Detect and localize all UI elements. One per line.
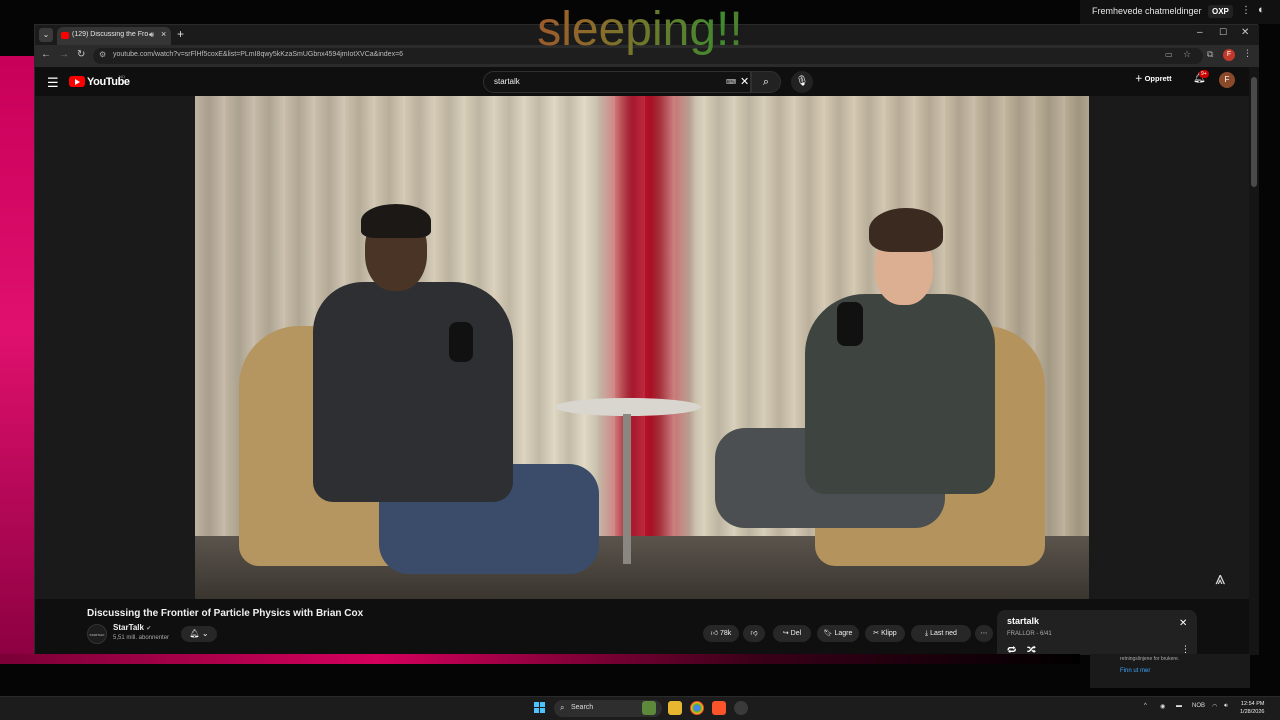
tab-youtube[interactable]: (129) Discussing the Frontier 🔊︎ × [57,27,171,45]
clear-search-icon[interactable]: ✕ [740,75,749,88]
video-frame[interactable] [195,96,1089,599]
tray-chevron-icon[interactable]: ^ [1144,703,1147,709]
guest-hair [869,208,943,252]
featured-chat-label[interactable]: Fremhevede chatmeldinger [1092,6,1202,16]
channel-name[interactable]: StarTalk ✔ [113,623,151,632]
search-icon: ⌕ [560,703,565,712]
save-button[interactable]: 🔖︎ Lagre [817,625,859,642]
clock-time: 12:54 PM [1240,701,1265,707]
tab-search-button[interactable]: ⌄ [39,28,53,42]
youtube-page: ☰ YouTube NO startalk ⌨ ✕ ⌕ 🎙︎ ＋ Opprett… [35,67,1259,655]
like-count: 78k [719,630,732,637]
search-input[interactable]: startalk ⌨ ✕ [483,71,751,93]
save-label: Lagre [834,630,853,637]
create-label: Opprett [1144,74,1172,83]
forward-arrow-icon[interactable]: → [59,49,69,60]
site-info-icon[interactable]: ⚙ [99,50,106,59]
profile-icon[interactable]: F [1223,49,1235,61]
share-button[interactable]: ↪ Del [773,625,811,642]
stream-banner-text: sleeping!! [430,2,850,58]
taskbar: ⌕ Search ^ ◉ ▬ NOB ◠ 🔊︎ 12:54 PM 1/28/20… [0,696,1280,720]
widgets-icon[interactable] [642,701,656,715]
menu-icon[interactable]: ☰ [47,75,59,91]
scrollbar-thumb[interactable] [1251,77,1257,187]
account-avatar[interactable]: F [1219,72,1235,88]
wifi-icon[interactable]: ◠ [1212,703,1217,710]
taskbar-search-placeholder: Search [571,704,594,711]
keyboard-icon[interactable]: ⌨ [726,78,736,86]
side-table-leg [623,414,631,564]
language-indicator[interactable]: NOB [1192,703,1205,709]
page-scrollbar[interactable] [1249,67,1259,655]
url-text[interactable]: youtube.com/watch?v=srFlHf5coxE&list=PLm… [113,51,403,58]
playlist-title[interactable]: startalk [1007,616,1039,626]
channel-avatar[interactable]: STARTALK [87,624,107,644]
browser-menu-icon[interactable]: ⋮ [1243,48,1252,59]
like-button[interactable]: 👍︎ 78k [703,625,739,642]
desktop-background [0,56,36,664]
download-button[interactable]: ⤓ Last ned [911,625,971,642]
verified-icon: ✔ [146,626,152,632]
search-button[interactable]: ⌕ [751,71,781,93]
country-code: NO [119,74,125,79]
search-query[interactable]: startalk [494,77,520,86]
desktop-background-bottom [0,654,1080,664]
tab-close-icon[interactable]: × [161,29,166,39]
microphone-left [449,322,473,362]
channel-watermark-icon[interactable]: ⩓ [1215,568,1225,589]
browser-window: ⌄ (129) Discussing the Frontier 🔊︎ × + –… [34,24,1259,655]
speaker-icon[interactable]: 🔊︎ [149,30,154,40]
share-label: Del [790,630,802,637]
reload-icon[interactable]: ↻ [77,49,85,60]
file-explorer-icon[interactable] [668,701,682,715]
tab-title: (129) Discussing the Frontier [72,31,148,38]
app-icon[interactable] [734,701,748,715]
extensions-icon[interactable]: ⧉ [1207,49,1213,60]
dislike-button[interactable]: 👎︎ [743,625,765,642]
clip-label: Klipp [881,630,897,637]
microphone-icon[interactable]: 🎙︎ [791,71,813,93]
guest-body [805,294,995,494]
host-body [313,282,513,502]
maximize-icon[interactable]: ☐ [1219,27,1227,38]
minimize-icon[interactable]: – [1197,27,1203,38]
brave-icon[interactable] [712,701,726,715]
bookmark-star-icon[interactable]: ☆ [1183,49,1191,60]
install-app-icon[interactable]: ▭ [1165,50,1173,59]
chat-peek: retningslinjene for brukere. Finn ut mer [1090,654,1250,688]
volume-icon[interactable]: 🔊︎ [1224,703,1228,710]
playlist-subtitle: FRALLOR - 6/41 [1007,631,1052,637]
chrome-icon[interactable] [690,701,704,715]
chat-peek-link[interactable]: Finn ut mer [1120,668,1150,674]
playlist-close-icon[interactable]: ✕ [1179,618,1187,629]
playlist-panel: startalk FRALLOR - 6/41 ✕ 🔁︎ 🔀︎ ⋮ [997,610,1197,655]
more-actions-button[interactable]: ⋯ [975,625,993,642]
window-close-icon[interactable]: ✕ [1241,27,1249,38]
video-player[interactable]: ⩓ [35,96,1249,599]
channel-name-text: StarTalk [113,623,144,632]
microphone-right [837,302,863,346]
new-tab-button[interactable]: + [177,27,184,41]
youtube-play-icon [75,79,80,85]
video-title: Discussing the Frontier of Particle Phys… [87,608,364,619]
download-label: Last ned [930,630,957,637]
clock-date: 1/28/2026 [1240,709,1265,715]
tray-app-icon[interactable]: ◉ [1160,703,1165,710]
network-icon[interactable]: ▬ [1176,703,1182,709]
youtube-favicon-icon [61,32,69,39]
clip-button[interactable]: ✂ Klipp [865,625,905,642]
subscriber-count: 5,51 mill. abonnenter [113,635,170,641]
notifications-badge: 9+ [1199,70,1209,78]
subscription-bell-button[interactable]: 🔔︎ ⌄ [181,626,217,642]
overlay-more-icon[interactable]: ⋮ [1241,5,1251,16]
overlay-collapse-icon[interactable]: ◐ [1258,4,1265,16]
host-hair [361,204,431,238]
chat-peek-text: retningslinjene for brukere. [1120,656,1180,662]
create-button[interactable]: ＋ Opprett [1135,73,1172,84]
windows-start-icon[interactable] [534,702,546,714]
clock[interactable]: 12:54 PM 1/28/2026 [1240,700,1264,716]
oxp-badge[interactable]: OXP [1208,5,1233,18]
back-arrow-icon[interactable]: ← [41,49,51,60]
